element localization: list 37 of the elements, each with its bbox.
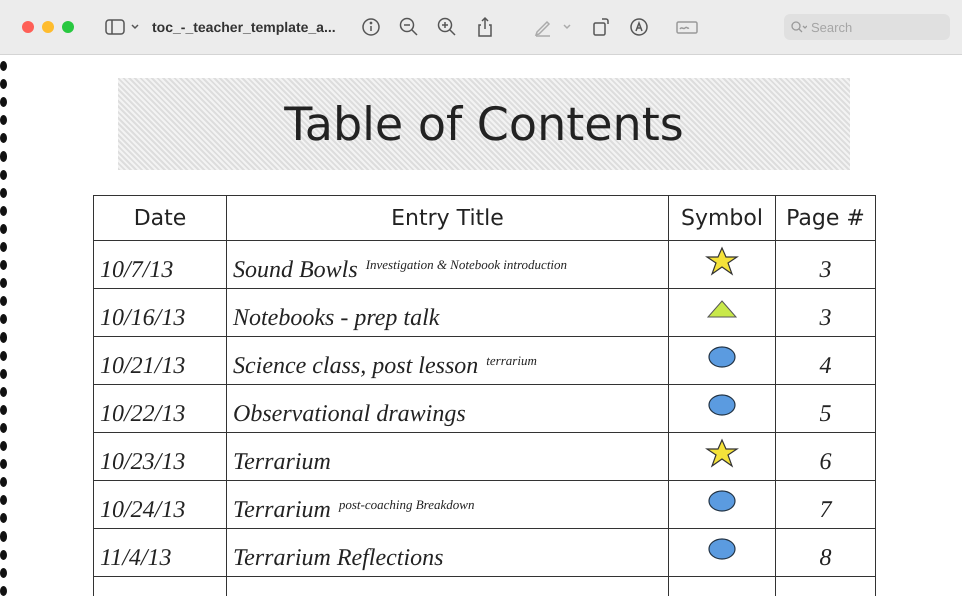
page-number-text: 5: [820, 401, 832, 427]
entry-title-text: Observational drawings: [233, 401, 466, 427]
zoom-in-icon[interactable]: [436, 16, 458, 38]
column-header: Entry Title: [391, 206, 504, 230]
date-text: 10/23/13: [100, 449, 186, 475]
entry-note-text: post-coaching Breakdown: [338, 497, 474, 512]
page-number-text: 8: [820, 545, 832, 571]
page-number-text: 6: [820, 449, 832, 475]
entry-note-text: terrarium: [486, 353, 537, 368]
entry-title-text: Terrarium Reflections: [233, 545, 444, 571]
date-text: 10/22/13: [100, 401, 186, 427]
close-button[interactable]: [22, 21, 34, 33]
zoom-out-icon[interactable]: [398, 16, 420, 38]
date-text: 10/7/13: [100, 257, 174, 283]
column-header: Date: [134, 206, 186, 230]
search-field[interactable]: Search: [784, 14, 950, 40]
entry-title-text: Sound Bowls: [233, 257, 358, 283]
date-text: 11/4/13: [100, 545, 172, 571]
markup-icon[interactable]: [628, 16, 650, 38]
entry-title-text: Terrarium: [233, 449, 331, 475]
entry-title-text: Science class, post lesson: [233, 353, 478, 379]
page-number-text: 3: [820, 257, 832, 283]
date-text: 10/24/13: [100, 497, 186, 523]
window-title: toc_-_teacher_template_a...: [152, 19, 336, 35]
page-number-text: 7: [820, 497, 832, 523]
entry-note-text: Investigation & Notebook introduction: [366, 257, 568, 272]
date-text: 10/21/13: [100, 353, 186, 379]
info-icon[interactable]: [360, 16, 382, 38]
entry-title-text: Terrarium: [233, 497, 331, 523]
page-number-text: 4: [820, 353, 832, 379]
column-header: Symbol: [681, 206, 763, 230]
date-text: 10/16/13: [100, 305, 186, 331]
page-heading: Table of Contents: [284, 97, 684, 151]
column-header: Page #: [786, 206, 865, 230]
page-number-text: 3: [820, 305, 832, 331]
chevron-icon[interactable]: [130, 22, 140, 32]
entry-title-text: Notebooks - prep talk: [233, 305, 440, 331]
